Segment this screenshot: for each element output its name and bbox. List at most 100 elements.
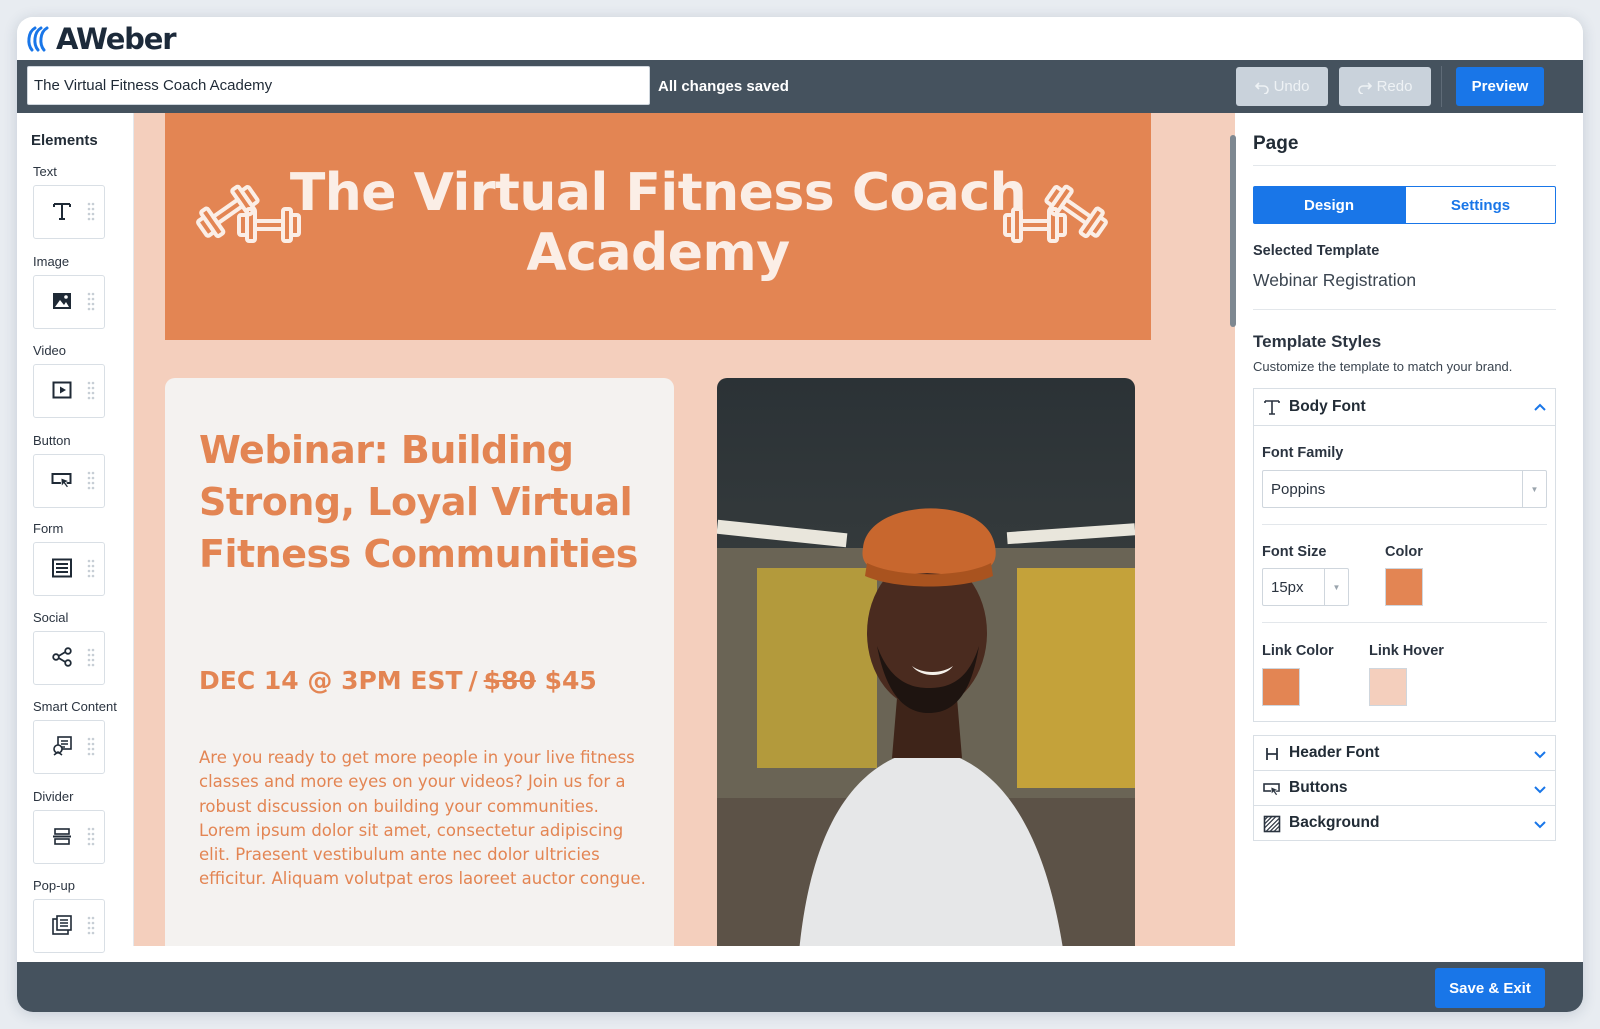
element-tile-form[interactable]: [33, 542, 105, 596]
elements-title: Elements: [31, 132, 98, 149]
element-smart-content[interactable]: Smart Content: [33, 699, 117, 774]
element-label: Pop-up: [33, 878, 75, 893]
selected-template-value: Webinar Registration: [1253, 270, 1417, 290]
drag-handle-icon[interactable]: [86, 558, 96, 580]
link-hover-swatch[interactable]: [1369, 668, 1407, 706]
element-tile-video[interactable]: [33, 364, 105, 418]
settings-panel: Page Design Settings Selected Template W…: [1236, 113, 1583, 946]
link-color-label: Link Color: [1262, 643, 1334, 659]
element-popup[interactable]: Pop-up: [33, 878, 105, 953]
divider-icon: [53, 828, 71, 845]
font-family-select[interactable]: Poppins ▼: [1262, 470, 1547, 508]
drag-handle-icon[interactable]: [86, 647, 96, 669]
elements-sidebar: Elements Text Image Video Button Form So…: [17, 113, 133, 953]
drag-handle-icon[interactable]: [86, 201, 96, 223]
new-price: $45: [544, 666, 597, 695]
background-pattern-icon: [1263, 815, 1281, 833]
chevron-down-icon[interactable]: [1533, 782, 1547, 796]
panel-divider: [1253, 165, 1556, 166]
link-hover-label: Link Hover: [1369, 643, 1444, 659]
popup-icon: [52, 915, 72, 935]
drag-handle-icon[interactable]: [86, 380, 96, 402]
element-image[interactable]: Image: [33, 254, 105, 329]
text-icon: [53, 203, 71, 220]
webinar-title[interactable]: Webinar: Building Strong, Loyal Virtual …: [199, 424, 639, 580]
element-tile-social[interactable]: [33, 631, 105, 685]
tab-design[interactable]: Design: [1253, 186, 1405, 224]
chevron-down-icon[interactable]: [1533, 817, 1547, 831]
undo-icon: [1254, 81, 1269, 94]
body-font-content: Font Family Poppins ▼ Font Size Color 15…: [1254, 425, 1555, 721]
undo-label: Undo: [1273, 78, 1310, 95]
template-styles-subtitle: Customize the template to match your bra…: [1253, 359, 1513, 374]
event-date-line[interactable]: DEC 14 @ 3PM EST / $80 $45: [199, 666, 597, 695]
element-video[interactable]: Video: [33, 343, 105, 418]
drag-handle-icon[interactable]: [86, 826, 96, 848]
chevron-down-icon[interactable]: [1533, 747, 1547, 761]
text-icon: [1264, 400, 1280, 415]
image-icon: [53, 293, 71, 309]
page-name-input[interactable]: [27, 66, 650, 105]
caret-down-icon[interactable]: ▼: [1522, 471, 1546, 507]
body-color-swatch[interactable]: [1385, 568, 1423, 606]
drag-handle-icon[interactable]: [86, 470, 96, 492]
drag-handle-icon[interactable]: [86, 915, 96, 937]
button-icon: [1263, 783, 1280, 796]
video-icon: [52, 381, 72, 399]
element-label: Video: [33, 343, 67, 358]
body-text[interactable]: Are you ready to get more people in your…: [199, 746, 649, 892]
editor-toolbar: All changes saved Undo Redo Preview: [17, 60, 1583, 113]
font-family-label: Font Family: [1262, 445, 1344, 461]
hero-banner[interactable]: The Virtual Fitness Coach Academy: [165, 113, 1151, 340]
tab-settings[interactable]: Settings: [1405, 186, 1556, 224]
drag-handle-icon[interactable]: [86, 291, 96, 313]
element-tile-text[interactable]: [33, 185, 105, 239]
drag-handle-icon[interactable]: [86, 736, 96, 758]
header-font-section[interactable]: Header Font: [1253, 735, 1556, 771]
body-font-section: Body Font Font Family Poppins ▼ Font Siz…: [1253, 388, 1556, 722]
header-font-title: Header Font: [1289, 744, 1380, 761]
section-divider: [1262, 524, 1547, 525]
font-size-value: 15px: [1271, 579, 1304, 596]
redo-label: Redo: [1376, 78, 1413, 95]
font-size-select[interactable]: 15px ▼: [1262, 568, 1349, 606]
element-social[interactable]: Social: [33, 610, 105, 685]
element-tile-popup[interactable]: [33, 899, 105, 953]
element-button[interactable]: Button: [33, 433, 105, 508]
undo-button[interactable]: Undo: [1236, 67, 1328, 106]
selected-template-label: Selected Template: [1253, 243, 1380, 259]
element-tile-image[interactable]: [33, 275, 105, 329]
editor-window: AWeber All changes saved Undo Redo Previ…: [17, 17, 1583, 1012]
smart-content-icon: [53, 736, 72, 756]
element-tile-button[interactable]: [33, 454, 105, 508]
heading-icon: [1266, 748, 1278, 760]
body-font-header[interactable]: Body Font: [1254, 389, 1555, 425]
content-card[interactable]: Webinar: Building Strong, Loyal Virtual …: [165, 378, 674, 946]
link-color-swatch[interactable]: [1262, 668, 1300, 706]
element-label: Social: [33, 610, 69, 625]
redo-button[interactable]: Redo: [1339, 67, 1431, 106]
chevron-up-icon[interactable]: [1533, 400, 1547, 414]
preview-button[interactable]: Preview: [1456, 67, 1544, 106]
element-text[interactable]: Text: [33, 164, 105, 239]
logo[interactable]: AWeber: [25, 19, 176, 59]
save-exit-button[interactable]: Save & Exit: [1435, 968, 1545, 1008]
brand-name: AWeber: [56, 22, 176, 56]
hero-photo[interactable]: [717, 378, 1135, 946]
photo-image: [717, 378, 1135, 946]
panel-title: Page: [1253, 133, 1299, 154]
element-form[interactable]: Form: [33, 521, 105, 596]
buttons-section[interactable]: Buttons: [1253, 770, 1556, 806]
element-tile-smart-content[interactable]: [33, 720, 105, 774]
button-icon: [51, 473, 72, 489]
redo-icon: [1357, 81, 1372, 94]
background-section[interactable]: Background: [1253, 805, 1556, 841]
element-tile-divider[interactable]: [33, 810, 105, 864]
element-divider[interactable]: Divider: [33, 789, 105, 864]
page-canvas[interactable]: The Virtual Fitness Coach Academy Webina…: [133, 113, 1235, 946]
caret-down-icon[interactable]: ▼: [1324, 569, 1348, 605]
panel-divider: [1253, 309, 1556, 310]
bottom-bar: Save & Exit: [17, 962, 1583, 1012]
old-price: $80: [483, 666, 536, 695]
aweber-logo-icon: [27, 26, 49, 52]
